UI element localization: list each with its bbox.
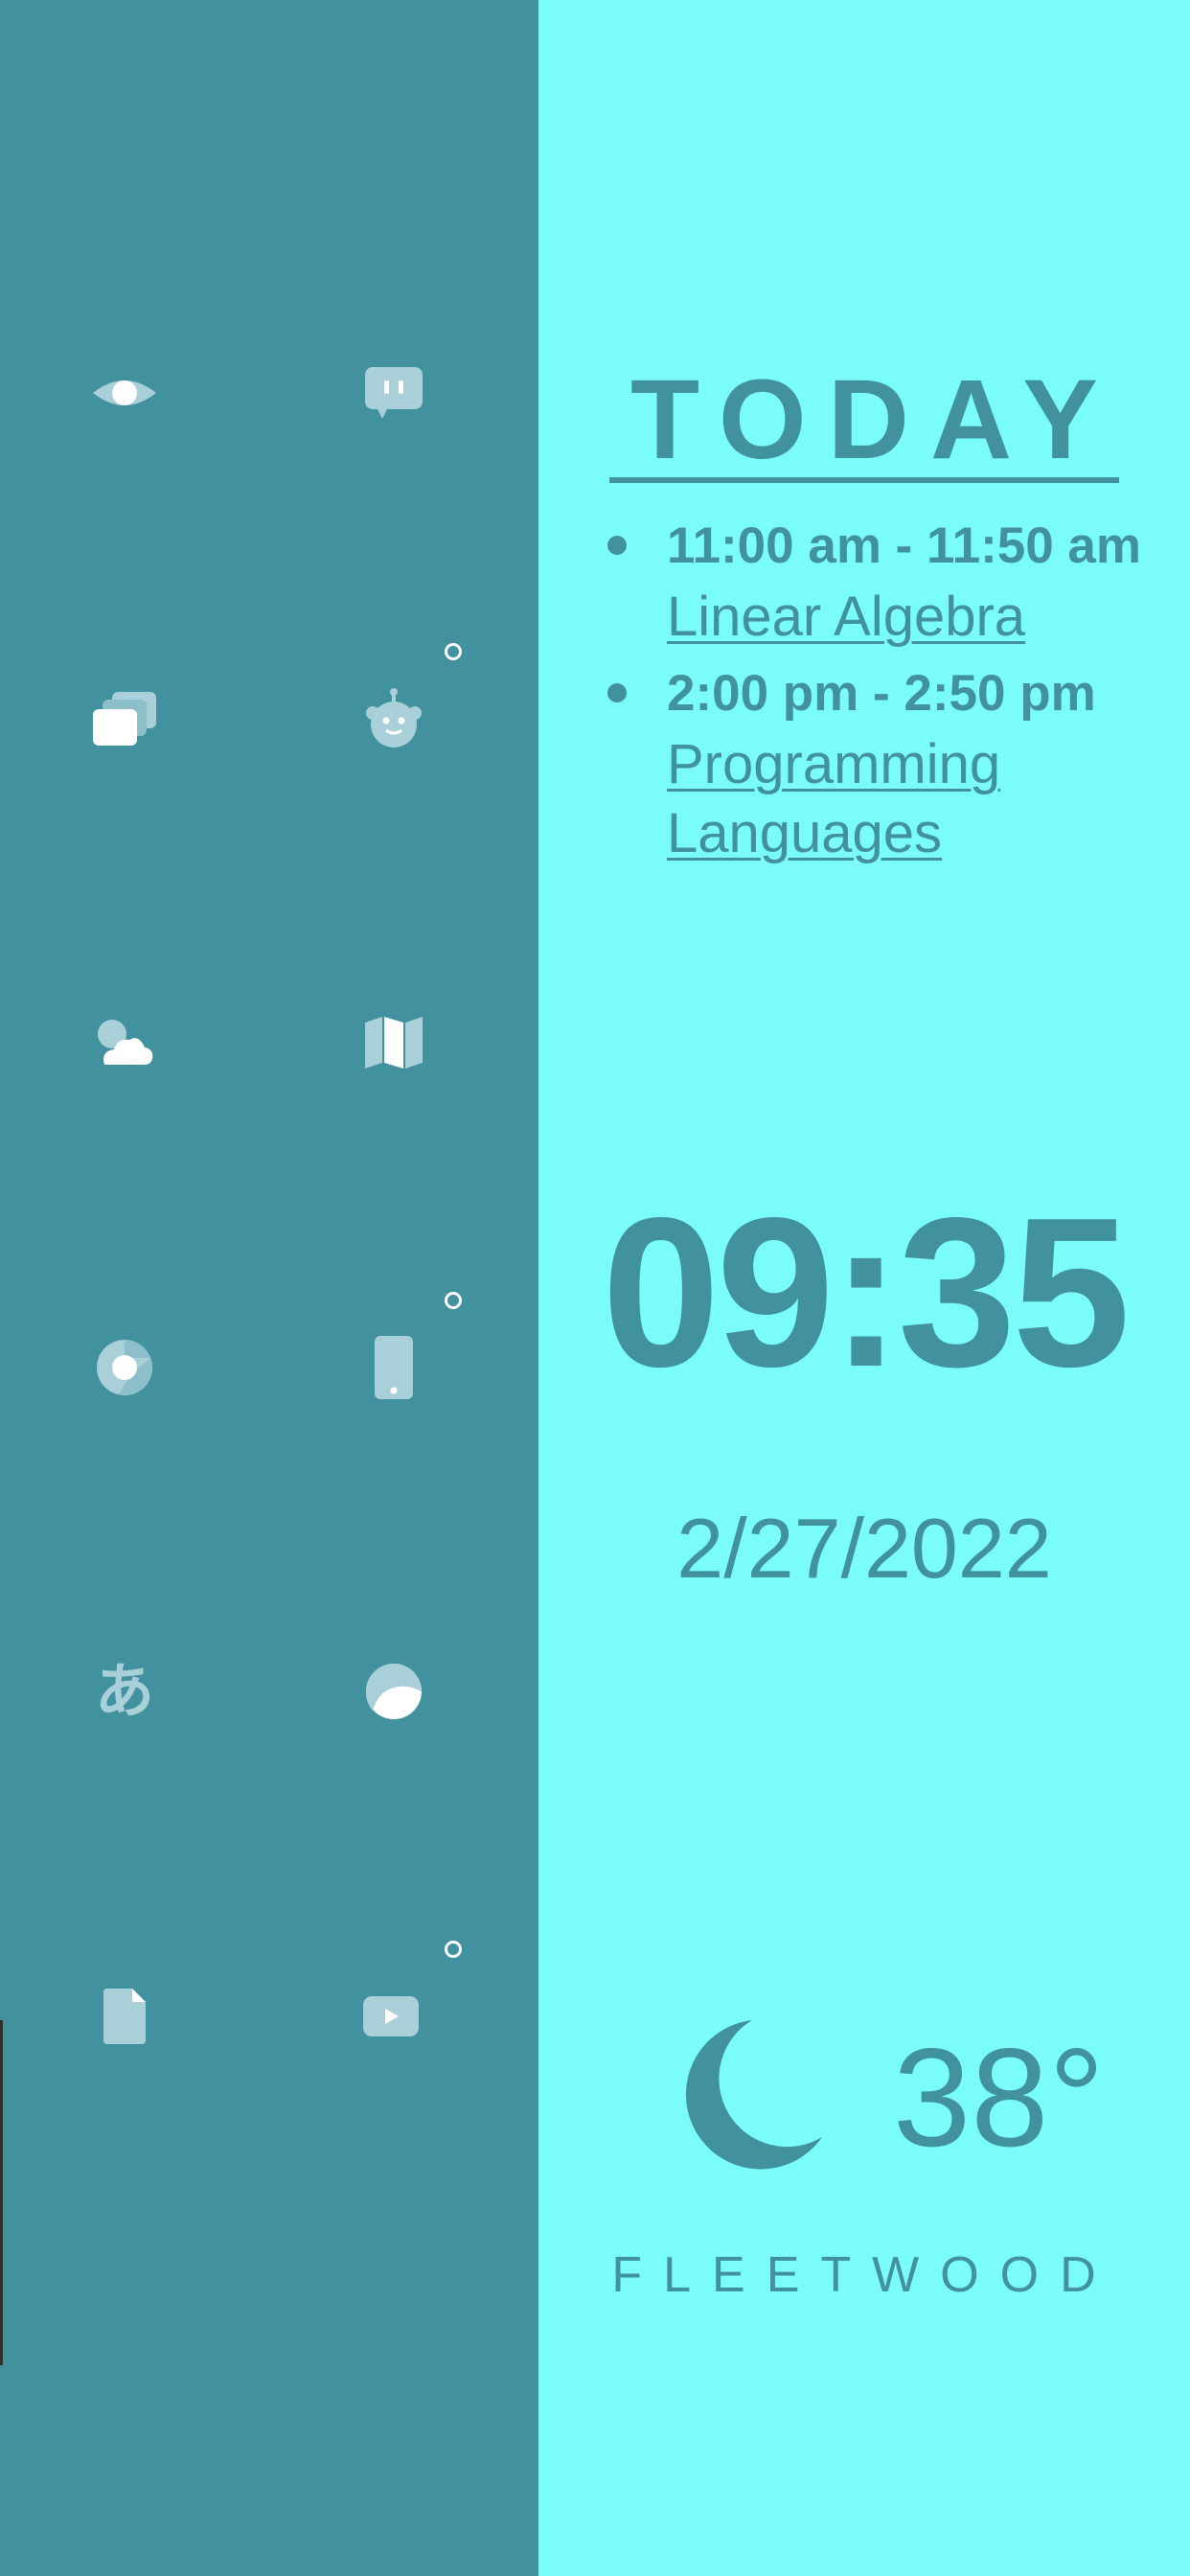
eye-icon[interactable] xyxy=(67,335,182,450)
clock-date: 2/27/2022 xyxy=(676,1501,1052,1596)
schedule-event: 2:00 pm - 2:50 pm Programming Languages xyxy=(607,657,1182,868)
crescent-moon-icon xyxy=(685,2020,822,2170)
phone-icon[interactable] xyxy=(336,1310,451,1425)
event-link[interactable]: Linear Algebra xyxy=(667,583,1182,652)
map-icon[interactable] xyxy=(336,985,451,1100)
today-title-text: TODAY xyxy=(608,362,1120,484)
youtube-icon[interactable] xyxy=(333,1959,448,2074)
bullet-icon xyxy=(607,536,627,555)
info-panel: TODAY 11:00 am - 11:50 am Linear Algebra… xyxy=(538,0,1190,2576)
event-time: 11:00 am - 11:50 am xyxy=(667,518,1142,574)
chrome-icon[interactable] xyxy=(67,1310,182,1425)
notification-dot xyxy=(445,1941,462,1958)
edge-drag-handle[interactable] xyxy=(0,2020,3,2365)
location-name: FLEETWOOD xyxy=(611,2247,1117,2303)
weather-cloud-icon[interactable] xyxy=(67,985,182,1100)
event-time: 2:00 pm - 2:50 pm xyxy=(667,665,1096,722)
document-icon[interactable] xyxy=(67,1959,182,2074)
notification-dot xyxy=(445,643,462,660)
hiragana-icon[interactable]: あ xyxy=(67,1634,182,1749)
app-launcher-panel: あ xyxy=(0,0,538,2576)
chat-icon[interactable] xyxy=(336,335,451,450)
moon-disc-icon[interactable] xyxy=(336,1634,451,1749)
event-link[interactable]: Programming Languages xyxy=(667,730,1182,868)
schedule-event: 11:00 am - 11:50 am Linear Algebra xyxy=(607,510,1182,652)
notification-dot xyxy=(445,1292,462,1309)
robot-icon[interactable] xyxy=(336,661,451,776)
temperature: 38° xyxy=(893,2019,1105,2175)
clock-time[interactable]: 09:35 xyxy=(538,1186,1190,1399)
cards-icon[interactable] xyxy=(67,661,182,776)
schedule-list: 11:00 am - 11:50 am Linear Algebra 2:00 … xyxy=(607,510,1182,874)
bullet-icon xyxy=(607,683,627,702)
hiragana-glyph: あ xyxy=(94,1656,154,1726)
today-heading: TODAY xyxy=(538,362,1190,484)
